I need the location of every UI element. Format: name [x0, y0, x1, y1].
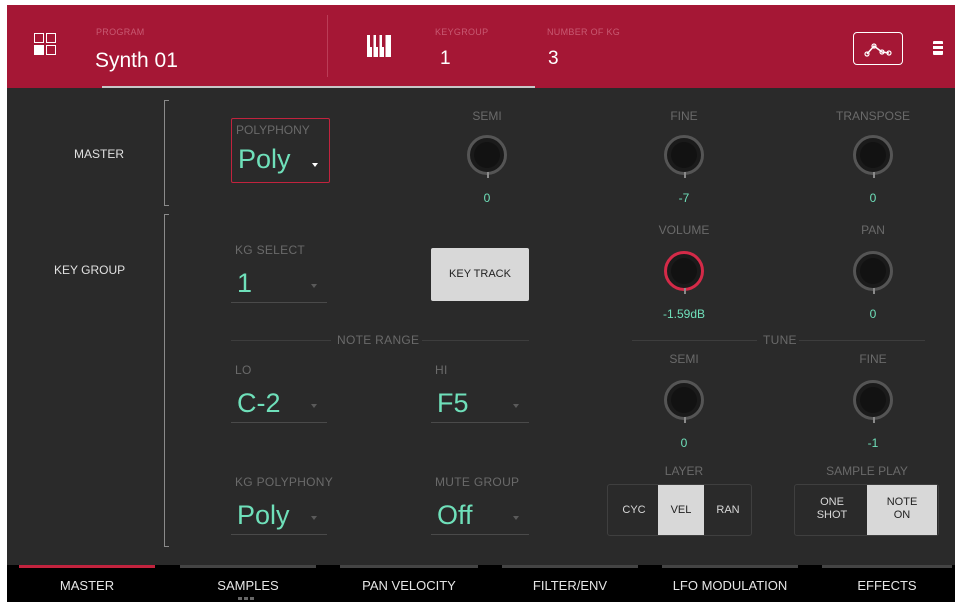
tune-fine-knob[interactable] — [853, 380, 893, 423]
note-range-line-left — [231, 340, 331, 341]
layer-label: LAYER — [664, 464, 704, 478]
tune-semi-value: 0 — [680, 436, 688, 450]
chevron-down-icon — [513, 516, 519, 520]
tab-filter-env[interactable]: FILTER/ENV — [502, 565, 638, 602]
note-range-label: NOTE RANGE — [337, 333, 420, 347]
mute-group-value: Off — [437, 500, 473, 530]
tune-line-left — [632, 340, 757, 341]
polyphony-select[interactable]: POLYPHONY Poly — [231, 118, 330, 183]
program-label: PROGRAM — [96, 27, 145, 37]
volume-knob[interactable] — [664, 251, 704, 294]
sample-play-label: SAMPLE PLAY — [826, 464, 908, 478]
lo-value: C-2 — [237, 388, 281, 418]
keygroup-value[interactable]: 1 — [440, 48, 451, 70]
transpose-label: TRANSPOSE — [835, 109, 910, 123]
polyphony-label: POLYPHONY — [236, 123, 310, 137]
keygroups-count-value[interactable]: 3 — [548, 48, 559, 70]
tune-line-right — [799, 340, 925, 341]
tab-bar: MASTER SAMPLES PAN VELOCITY FILTER/ENV L… — [7, 565, 955, 602]
keygroup-bracket — [164, 214, 169, 547]
layer-option-vel[interactable]: VEL — [658, 485, 704, 535]
tab-master[interactable]: MASTER — [19, 565, 155, 602]
sample-play-selector: ONE SHOT NOTE ON — [794, 484, 939, 536]
master-semi-value: 0 — [483, 191, 491, 205]
program-edit-screen: PROGRAM Synth 01 KEYGROUP 1 NUMBER OF KG… — [7, 5, 955, 602]
keyboard-icon[interactable] — [367, 35, 391, 57]
polyphony-value: Poly — [238, 144, 291, 174]
tune-label: TUNE — [763, 333, 797, 347]
chevron-down-icon — [312, 163, 318, 167]
kg-polyphony-value: Poly — [237, 500, 290, 530]
layer-selector: CYC VEL RAN — [607, 484, 752, 536]
tab-lfo-modulation[interactable]: LFO MODULATION — [662, 565, 798, 602]
pan-knob[interactable] — [853, 251, 893, 294]
more-icon — [238, 597, 258, 600]
active-field-underline — [102, 86, 535, 88]
volume-value: -1.59dB — [662, 307, 706, 321]
sample-play-option-note-on[interactable]: NOTE ON — [867, 485, 937, 535]
master-bracket — [164, 100, 169, 206]
tune-semi-knob[interactable] — [664, 380, 704, 423]
tab-pan-velocity[interactable]: PAN VELOCITY — [340, 565, 478, 602]
kg-select-value: 1 — [237, 268, 253, 298]
mute-group-label: MUTE GROUP — [435, 475, 520, 489]
layer-option-cyc[interactable]: CYC — [612, 485, 656, 535]
lo-label: LO — [235, 363, 252, 377]
section-key-group[interactable]: KEY GROUP — [54, 263, 125, 277]
tab-effects[interactable]: EFFECTS — [822, 565, 952, 602]
kg-select-label: KG SELECT — [235, 243, 306, 257]
section-master[interactable]: MASTER — [74, 147, 124, 161]
program-value[interactable]: Synth 01 — [95, 49, 178, 73]
kg-polyphony-label: KG POLYPHONY — [235, 475, 334, 489]
transpose-value: 0 — [869, 191, 877, 205]
kg-polyphony-field[interactable]: Poly — [231, 495, 327, 535]
header-divider — [327, 15, 328, 77]
master-semi-label: SEMI — [472, 109, 502, 123]
hi-label: HI — [435, 363, 448, 377]
chevron-down-icon — [311, 284, 317, 288]
tab-samples[interactable]: SAMPLES — [180, 565, 316, 602]
grid-menu-icon[interactable] — [34, 33, 58, 57]
chevron-down-icon — [311, 404, 317, 408]
hi-field[interactable]: F5 — [431, 383, 529, 423]
master-semi-knob[interactable] — [467, 135, 507, 178]
header-bar: PROGRAM Synth 01 KEYGROUP 1 NUMBER OF KG… — [7, 5, 955, 88]
kg-select-field[interactable]: 1 — [231, 263, 327, 303]
envelope-button[interactable] — [853, 32, 903, 65]
keygroup-label: KEYGROUP — [435, 27, 489, 37]
master-fine-label: FINE — [670, 109, 698, 123]
master-fine-knob[interactable] — [664, 135, 704, 178]
master-fine-value: -7 — [678, 191, 690, 205]
lo-field[interactable]: C-2 — [231, 383, 327, 423]
tune-semi-label: SEMI — [669, 352, 699, 366]
note-range-line-right — [422, 340, 529, 341]
tune-fine-label: FINE — [859, 352, 887, 366]
transpose-knob[interactable] — [853, 135, 893, 178]
volume-label: VOLUME — [658, 223, 710, 237]
battery-icon — [931, 41, 945, 55]
tune-fine-value: -1 — [867, 436, 879, 450]
key-track-button[interactable]: KEY TRACK — [431, 248, 529, 301]
chevron-down-icon — [311, 516, 317, 520]
mute-group-field[interactable]: Off — [431, 495, 529, 535]
envelope-icon — [864, 43, 892, 57]
chevron-down-icon — [513, 404, 519, 408]
hi-value: F5 — [437, 388, 469, 418]
pan-value: 0 — [869, 307, 877, 321]
sample-play-option-one-shot[interactable]: ONE SHOT — [797, 485, 867, 535]
layer-option-ran[interactable]: RAN — [706, 485, 750, 535]
keygroups-count-label: NUMBER OF KG — [547, 27, 621, 37]
pan-label: PAN — [861, 223, 885, 237]
